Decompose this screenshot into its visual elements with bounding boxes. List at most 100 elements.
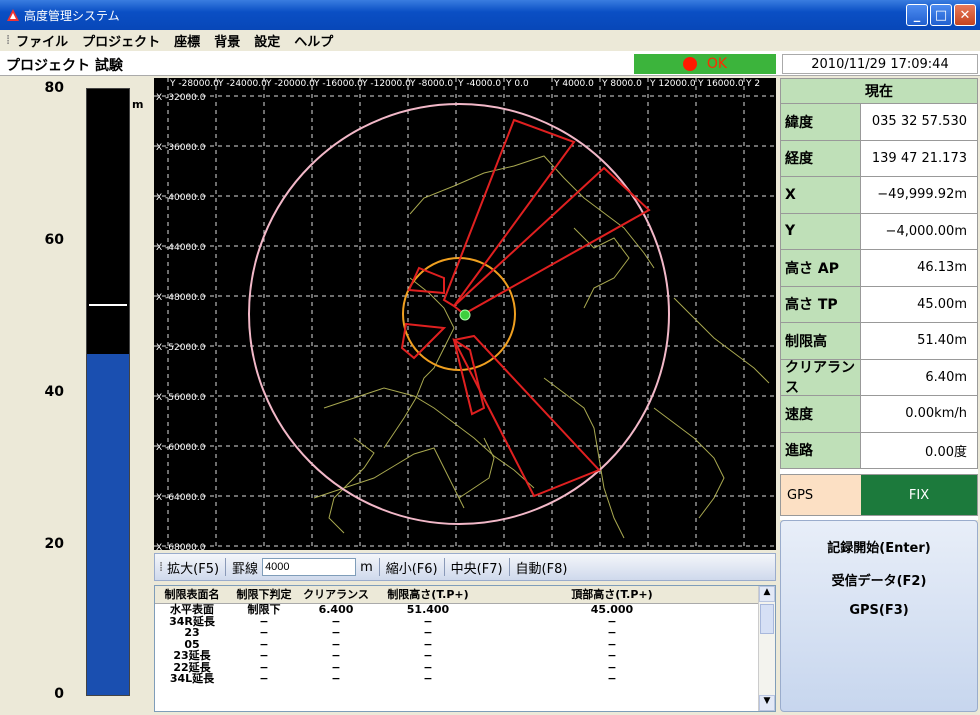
y-axis-label: Y -8000.0 bbox=[409, 79, 453, 89]
table-scrollbar[interactable]: ▲ ▼ bbox=[758, 586, 775, 711]
table-cell: − bbox=[607, 672, 617, 685]
menu-coordinates[interactable]: 座標 bbox=[174, 31, 200, 50]
action-panel: 記録開始(Enter) 受信データ(F2) GPS(F3) bbox=[780, 520, 978, 712]
gauge-bar bbox=[86, 88, 130, 696]
table-cell: 6.400 bbox=[318, 603, 354, 616]
current-row: 進路 0.00度 bbox=[780, 432, 978, 469]
title-bar: 高度管理システム _ □ ✕ bbox=[0, 0, 980, 30]
center-button[interactable]: 中央(F7) bbox=[451, 558, 503, 577]
menu-help[interactable]: ヘルプ bbox=[294, 31, 333, 50]
table-row[interactable]: 34R延長 − − − − bbox=[155, 615, 775, 628]
menu-settings[interactable]: 設定 bbox=[254, 31, 280, 50]
y-axis-label: Y -12000.0 bbox=[361, 79, 411, 89]
y-axis-label: Y -28000.0 bbox=[169, 79, 219, 89]
scroll-down-icon[interactable]: ▼ bbox=[759, 695, 775, 711]
zoom-out-button[interactable]: 縮小(F6) bbox=[386, 558, 438, 577]
current-row: 高さ TP 45.00m bbox=[780, 286, 978, 323]
current-label: 進路 bbox=[781, 432, 861, 468]
restriction-table: 制限表面名 制限下判定 クリアランス 制限高さ(T.P+) 頂部高さ(T.P+)… bbox=[154, 585, 776, 712]
y-axis-label: Y 8000.0 bbox=[601, 79, 642, 89]
table-cell: 45.000 bbox=[590, 603, 634, 616]
auto-button[interactable]: 自動(F8) bbox=[516, 558, 568, 577]
maximize-button[interactable]: □ bbox=[930, 4, 952, 26]
gauge-tick: 40 bbox=[44, 384, 64, 400]
plot-toolbar: ⁞ 拡大(F5) 罫線 m 縮小(F6) 中央(F7) 自動(F8) bbox=[154, 553, 776, 581]
y-axis-label: Y 2 bbox=[745, 79, 760, 89]
close-button[interactable]: ✕ bbox=[954, 4, 976, 26]
col-limit-height[interactable]: 制限高さ(T.P+) bbox=[373, 586, 483, 603]
y-axis-label: Y -24000.0 bbox=[217, 79, 267, 89]
table-cell: 51.400 bbox=[406, 603, 450, 616]
grid-spacing-input[interactable] bbox=[262, 558, 357, 576]
current-label: X bbox=[781, 177, 861, 213]
table-row[interactable]: 23延長 − − − − bbox=[155, 650, 775, 662]
table-cell: − bbox=[423, 626, 433, 639]
x-axis-label: X -48000.0 bbox=[156, 293, 206, 303]
table-cell: − bbox=[423, 672, 433, 685]
gps-value: FIX bbox=[861, 475, 977, 515]
col-judgement[interactable]: 制限下判定 bbox=[229, 586, 299, 603]
col-surface-name[interactable]: 制限表面名 bbox=[155, 586, 229, 603]
aircraft-position-icon bbox=[459, 309, 471, 321]
status-badge: OK bbox=[634, 54, 776, 74]
table-cell: − bbox=[259, 672, 269, 685]
table-row[interactable]: 34L延長 − − − − bbox=[155, 673, 775, 685]
current-value: 139 47 21.173 bbox=[871, 150, 967, 166]
gauge-unit: m bbox=[132, 98, 144, 111]
current-label: 高さ TP bbox=[781, 286, 861, 322]
table-row[interactable]: 22延長 − − − − bbox=[155, 661, 775, 674]
window-title: 高度管理システム bbox=[24, 8, 120, 23]
y-axis-label: Y -20000.0 bbox=[265, 79, 315, 89]
gauge-tick: 80 bbox=[44, 80, 64, 96]
current-value: −49,999.92m bbox=[877, 187, 967, 203]
y-axis-label: Y 4000.0 bbox=[553, 79, 594, 89]
current-panel: 現在 緯度 035 32 57.530 経度 139 47 21.173 X −49,99… bbox=[780, 78, 978, 520]
y-axis-labels: Y -28000.0 Y -24000.0 Y -20000.0 Y -16000.0… bbox=[169, 79, 760, 89]
current-value: 45.00m bbox=[917, 296, 967, 312]
x-axis-label: X -52000.0 bbox=[156, 343, 206, 353]
status-dot-icon bbox=[682, 57, 697, 71]
scroll-up-icon[interactable]: ▲ bbox=[759, 586, 775, 602]
table-cell: − bbox=[259, 649, 269, 662]
table-row[interactable]: 05− − − − bbox=[155, 638, 775, 651]
x-axis-label: X -68000.0 bbox=[156, 543, 206, 550]
zoom-in-button[interactable]: 拡大(F5) bbox=[167, 558, 219, 577]
map-plot[interactable]: Y -28000.0 Y -24000.0 Y -20000.0 Y -16000.0… bbox=[154, 78, 776, 550]
x-axis-labels: X -32000.0 X -36000.0 X -40000.0 X -44000.0… bbox=[156, 93, 206, 550]
x-axis-label: X -44000.0 bbox=[156, 243, 206, 253]
y-axis-label: Y 16000.0 bbox=[697, 79, 744, 89]
gps-status: GPS FIX bbox=[780, 474, 978, 516]
menu-project[interactable]: プロジェクト bbox=[82, 31, 160, 50]
gauge-tick: 60 bbox=[44, 232, 64, 248]
limit-height-marker bbox=[89, 303, 127, 306]
table-cell: − bbox=[607, 626, 617, 639]
current-label: 制限高 bbox=[781, 323, 861, 359]
scroll-thumb[interactable] bbox=[760, 604, 774, 634]
current-row: Y −4,000.00m bbox=[780, 213, 978, 250]
current-value: 6.40m bbox=[925, 369, 967, 385]
current-row: X −49,999.92m bbox=[780, 177, 978, 214]
current-label: 高さ AP bbox=[781, 250, 861, 286]
record-start-button[interactable]: 記録開始(Enter) bbox=[781, 537, 977, 556]
table-cell: 23 bbox=[184, 626, 200, 639]
col-top-height[interactable]: 頂部高さ(T.P+) bbox=[483, 586, 741, 603]
menu-file[interactable]: ファイル bbox=[16, 31, 68, 50]
gps-button[interactable]: GPS(F3) bbox=[781, 603, 977, 618]
x-axis-label: X -32000.0 bbox=[156, 93, 206, 103]
menu-background[interactable]: 背景 bbox=[214, 31, 240, 50]
current-label: 経度 bbox=[781, 140, 861, 176]
col-clearance[interactable]: クリアランス bbox=[299, 586, 373, 603]
current-label: 緯度 bbox=[781, 104, 861, 140]
table-cell: 制限下 bbox=[247, 603, 281, 616]
map-canvas[interactable]: Y -28000.0 Y -24000.0 Y -20000.0 Y -16000.0… bbox=[154, 78, 776, 550]
table-row[interactable]: 水平表面 制限下 6.400 51.400 45.000 bbox=[155, 604, 775, 616]
x-axis-label: X -64000.0 bbox=[156, 493, 206, 503]
y-axis-label: Y 12000.0 bbox=[649, 79, 696, 89]
table-row[interactable]: 23 − − − − bbox=[155, 627, 775, 639]
minimize-button[interactable]: _ bbox=[906, 4, 928, 26]
current-label: 速度 bbox=[781, 396, 861, 432]
current-value: −4,000.00m bbox=[885, 223, 967, 239]
receive-data-button[interactable]: 受信データ(F2) bbox=[781, 570, 977, 589]
table-cell: − bbox=[423, 649, 433, 662]
coastline bbox=[313, 155, 770, 539]
